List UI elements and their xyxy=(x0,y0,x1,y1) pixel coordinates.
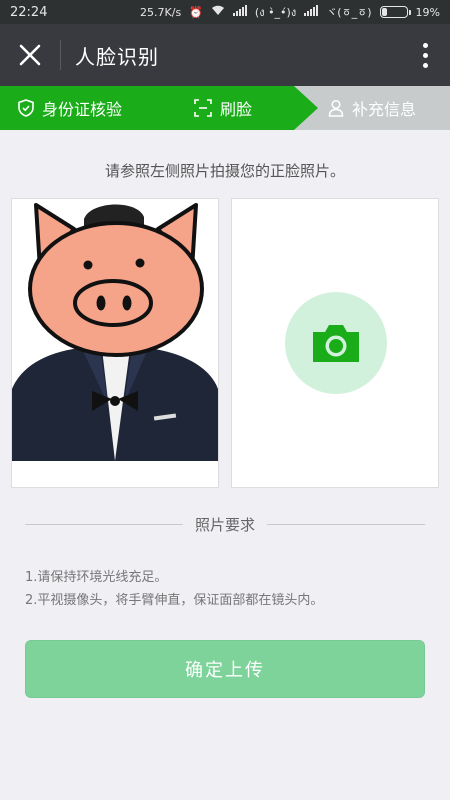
step-id-verification: 身份证核验 xyxy=(18,86,122,130)
battery-level: 19% xyxy=(415,5,440,19)
close-icon xyxy=(19,44,41,66)
step-progress: 身份证核验 刷脸 补充信息 xyxy=(0,86,450,130)
confirm-upload-button[interactable]: 确定上传 xyxy=(25,640,425,698)
status-bar: 22:24 25.7K/s ⏰ (ง •̀_•́)ง ヾ(ㆆ_ㆆ) 19% xyxy=(0,0,450,24)
more-button[interactable] xyxy=(400,24,450,86)
divider xyxy=(267,523,426,525)
step-label: 身份证核验 xyxy=(42,100,123,119)
camera-button[interactable] xyxy=(285,292,387,394)
status-right: 25.7K/s ⏰ (ง •̀_•́)ง ヾ(ㆆ_ㆆ) 19% xyxy=(140,3,440,21)
requirements-header: 照片要求 xyxy=(25,513,426,535)
close-button[interactable] xyxy=(0,24,60,86)
battery-icon xyxy=(379,6,411,18)
signal-icon-2 xyxy=(304,5,319,19)
more-icon xyxy=(422,42,428,48)
user-icon xyxy=(328,99,344,117)
requirement-item: 2.平视摄像头，将手臂伸直，保证面部都在镜头内。 xyxy=(25,593,324,608)
reference-photo xyxy=(12,203,218,461)
signal-icon xyxy=(232,5,247,19)
instruction-text: 请参照左侧照片拍摄您的正脸照片。 xyxy=(104,162,345,180)
step-face-scan: 刷脸 xyxy=(194,86,252,130)
network-speed: 25.7K/s xyxy=(140,5,182,19)
reference-photo-card xyxy=(11,198,219,488)
title-bar: 人脸识别 xyxy=(0,24,450,86)
status-emoticon-2: ヾ(ㆆ_ㆆ) xyxy=(326,6,372,19)
capture-photo-card[interactable] xyxy=(231,198,439,488)
step-label: 刷脸 xyxy=(220,100,253,119)
step-additional-info: 补充信息 xyxy=(328,86,416,130)
title-divider xyxy=(60,40,61,70)
alarm-icon: ⏰ xyxy=(189,5,203,19)
requirement-item: 1.请保持环境光线充足。 xyxy=(25,570,168,585)
divider xyxy=(25,523,183,525)
camera-icon xyxy=(313,325,359,362)
page-title: 人脸识别 xyxy=(75,44,159,69)
requirements-list: 1.请保持环境光线充足。 2.平视摄像头，将手臂伸直，保证面部都在镜头内。 xyxy=(25,566,323,612)
status-time: 22:24 xyxy=(10,4,48,20)
status-emoticon: (ง •̀_•́)ง xyxy=(254,6,297,19)
requirements-title: 照片要求 xyxy=(195,515,256,534)
shield-icon xyxy=(18,99,34,117)
wifi-icon xyxy=(211,5,225,19)
step-label: 补充信息 xyxy=(352,100,417,119)
face-scan-icon xyxy=(194,99,212,117)
